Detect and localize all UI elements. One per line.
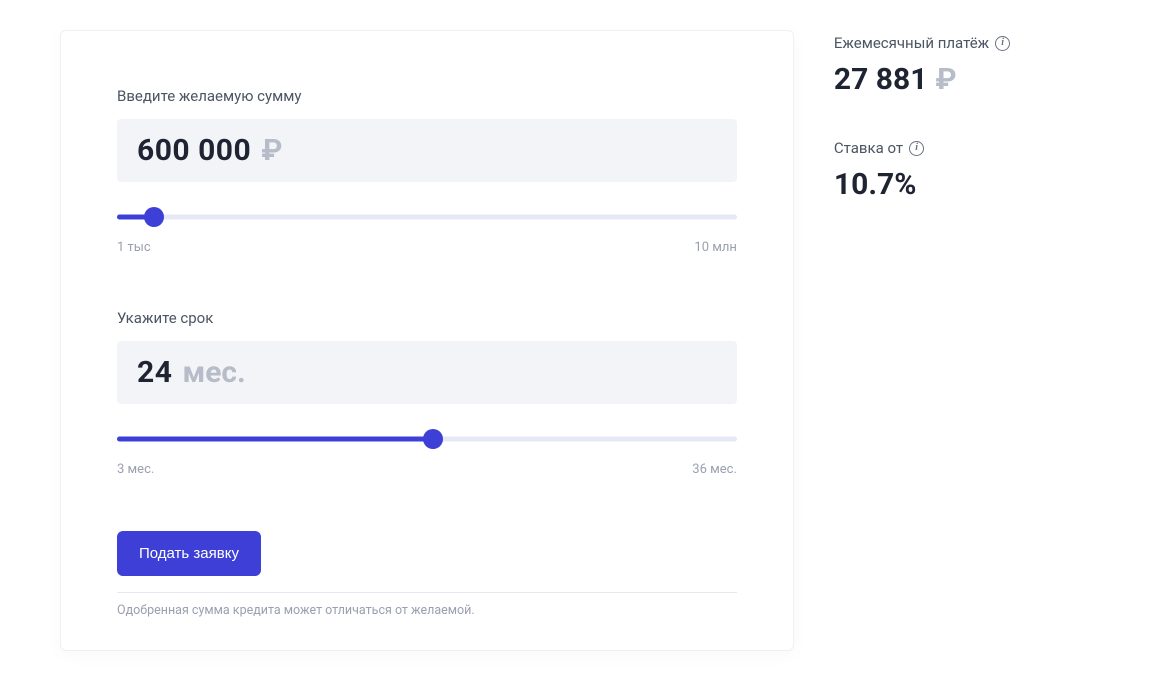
summary-panel: Ежемесячный платёж i 27 881 ₽ Ставка от … bbox=[834, 30, 1093, 244]
amount-slider-track bbox=[117, 215, 737, 220]
term-max-label: 36 мес. bbox=[692, 462, 737, 477]
monthly-payment-value: 27 881 bbox=[834, 62, 928, 97]
term-unit: мес. bbox=[182, 355, 245, 390]
amount-value: 600 000 bbox=[137, 133, 251, 168]
rate-label-row: Ставка от i bbox=[834, 139, 1093, 157]
rate-value-row: 10.7% bbox=[834, 167, 1093, 202]
amount-min-label: 1 тыс bbox=[117, 240, 151, 255]
term-min-label: 3 мес. bbox=[117, 462, 154, 477]
term-slider[interactable] bbox=[117, 428, 737, 450]
amount-input[interactable]: 600 000 ₽ bbox=[117, 119, 737, 182]
monthly-payment-value-row: 27 881 ₽ bbox=[834, 62, 1093, 97]
submit-button[interactable]: Подать заявку bbox=[117, 531, 261, 576]
monthly-payment-label: Ежемесячный платёж bbox=[834, 34, 989, 52]
info-icon[interactable]: i bbox=[909, 141, 924, 156]
ruble-icon: ₽ bbox=[935, 62, 956, 97]
rate-label: Ставка от bbox=[834, 139, 903, 157]
amount-slider-thumb[interactable] bbox=[144, 207, 164, 227]
amount-max-label: 10 млн bbox=[694, 240, 737, 255]
term-value: 24 bbox=[137, 355, 172, 390]
monthly-payment-label-row: Ежемесячный платёж i bbox=[834, 34, 1093, 52]
term-slider-thumb[interactable] bbox=[423, 429, 443, 449]
rate-value: 10.7% bbox=[834, 167, 917, 202]
term-input[interactable]: 24 мес. bbox=[117, 341, 737, 404]
loan-calculator-card: Введите желаемую сумму 600 000 ₽ 1 тыс 1… bbox=[60, 30, 794, 651]
amount-label: Введите желаемую сумму bbox=[117, 87, 737, 105]
term-slider-fill bbox=[117, 437, 433, 442]
info-icon[interactable]: i bbox=[995, 36, 1010, 51]
disclaimer-text: Одобренная сумма кредита может отличатьс… bbox=[117, 603, 737, 618]
divider bbox=[117, 592, 737, 593]
ruble-icon: ₽ bbox=[261, 133, 282, 168]
term-label: Укажите срок bbox=[117, 309, 737, 327]
amount-slider[interactable] bbox=[117, 206, 737, 228]
